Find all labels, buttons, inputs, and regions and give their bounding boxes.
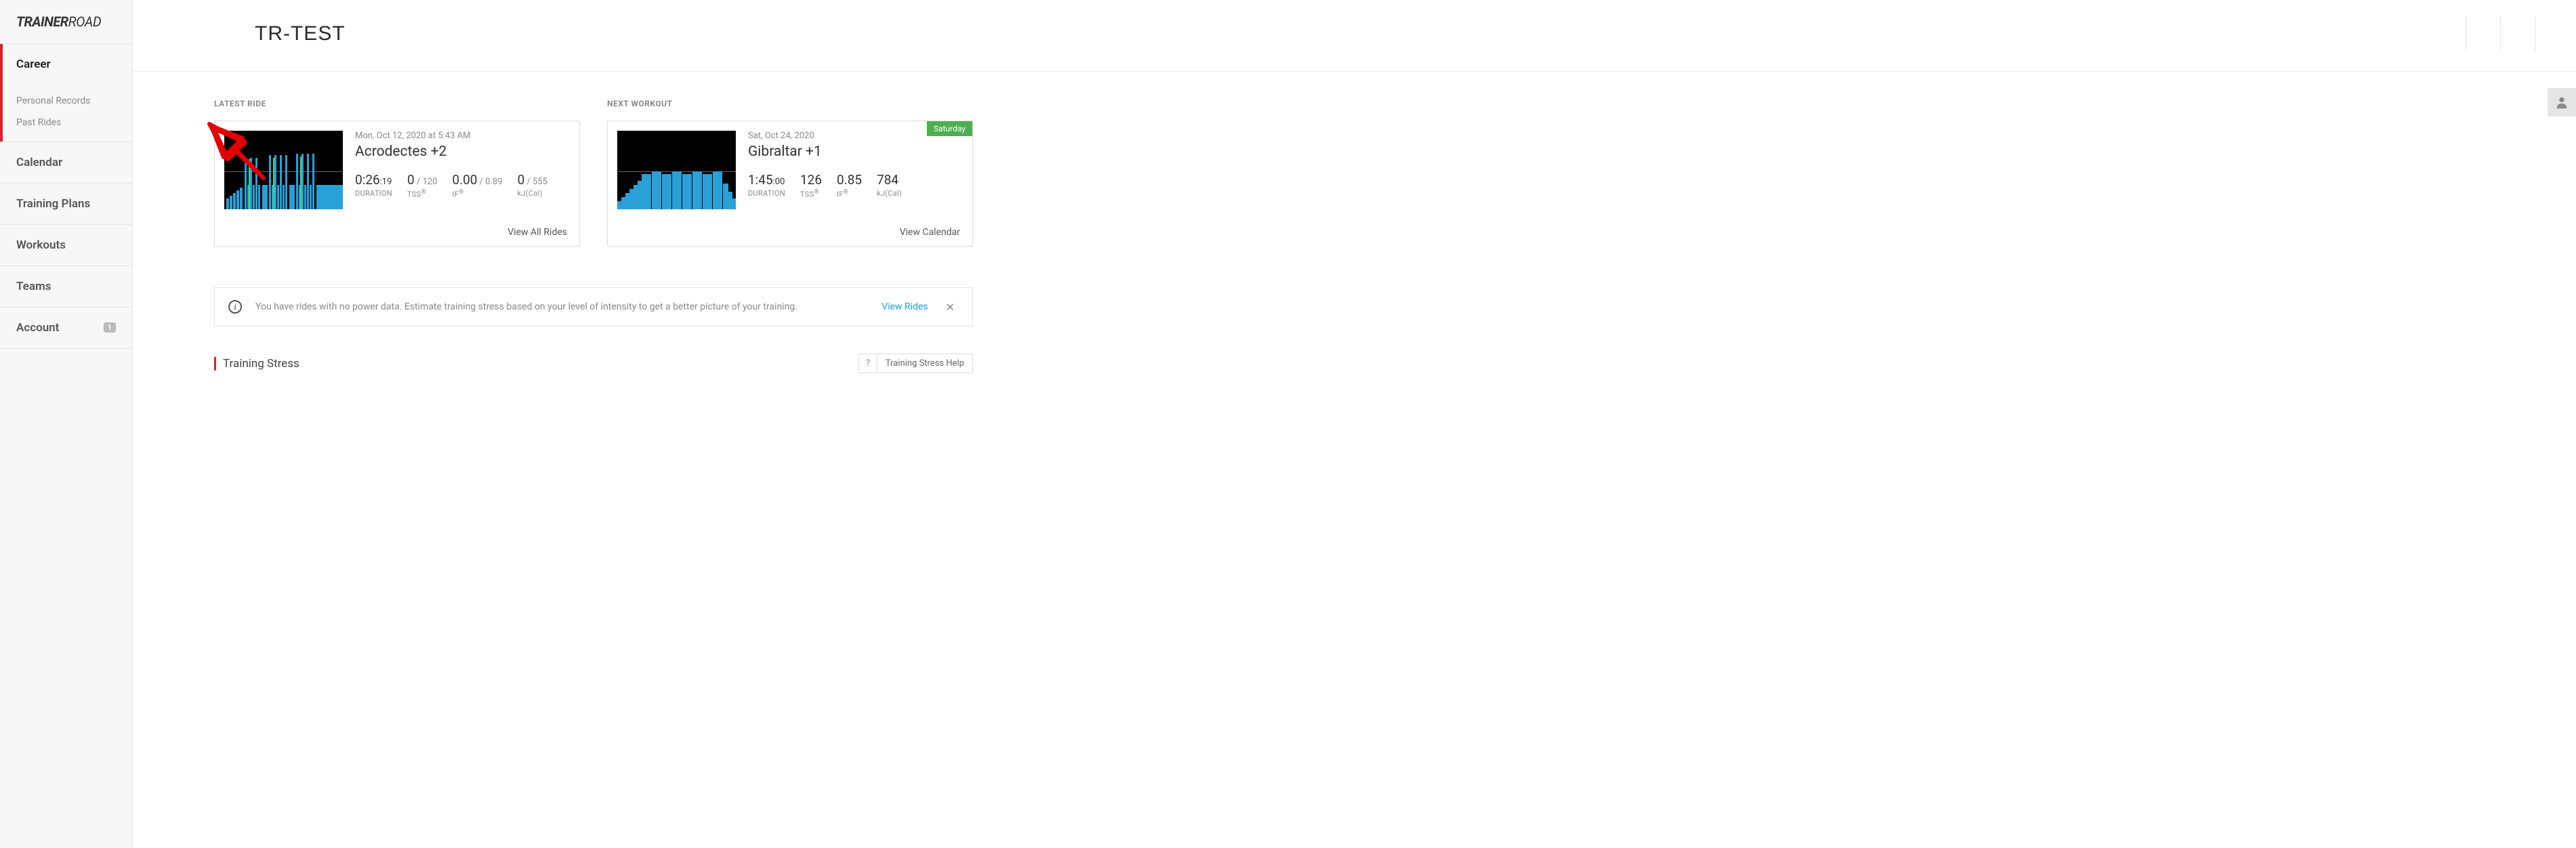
close-icon[interactable]: ✕: [942, 301, 959, 314]
metric-kj-next: 784 kJ(Cal): [877, 172, 902, 199]
latest-ride-section: LATEST RIDE: [214, 99, 580, 247]
info-icon: i: [228, 300, 242, 314]
latest-ride-title: Acrodectes +2: [355, 144, 570, 160]
view-all-rides-link[interactable]: View All Rides: [215, 219, 579, 246]
main-content: TR-TEST LATEST RIDE: [133, 0, 2576, 848]
sidebar-sub-past-rides[interactable]: Past Rides: [0, 112, 132, 133]
training-stress-title: Training Stress: [214, 357, 299, 370]
next-workout-card[interactable]: Saturday: [607, 121, 973, 247]
metric-duration: 0:26:19 DURATION: [355, 172, 392, 199]
day-badge: Saturday: [927, 121, 972, 136]
view-calendar-link[interactable]: View Calendar: [608, 219, 972, 246]
account-badge: 1: [104, 322, 116, 333]
profile-button[interactable]: [2548, 88, 2576, 116]
next-workout-label: NEXT WORKOUT: [607, 99, 973, 108]
latest-ride-date: Mon, Oct 12, 2020 at 5:43 AM: [355, 131, 570, 141]
alert-text: You have rides with no power data. Estim…: [255, 301, 868, 312]
sidebar: TRAINERROAD Career Personal Records Past…: [0, 0, 133, 848]
sidebar-item-workouts[interactable]: Workouts: [0, 225, 132, 266]
metric-duration-next: 1:45:00 DURATION: [748, 172, 785, 199]
metric-tss-next: 126 TSS®: [800, 172, 822, 199]
page-title: TR-TEST: [255, 22, 346, 45]
no-power-alert: i You have rides with no power data. Est…: [214, 287, 973, 326]
next-workout-chart: [617, 131, 736, 209]
metric-if: 0.00 / 0.89 IF®: [452, 172, 502, 199]
sidebar-item-training-plans[interactable]: Training Plans: [0, 184, 132, 225]
help-icon: ?: [859, 354, 877, 373]
page-header: TR-TEST: [133, 0, 2576, 72]
header-dividers: [2466, 17, 2535, 51]
sidebar-item-calendar[interactable]: Calendar: [0, 142, 132, 184]
view-rides-link[interactable]: View Rides: [881, 301, 928, 312]
next-workout-title: Gibraltar +1: [748, 144, 963, 160]
metric-if-next: 0.85 IF®: [837, 172, 862, 199]
metric-tss: 0 / 120 TSS®: [407, 172, 437, 199]
sidebar-item-account[interactable]: Account 1: [0, 308, 132, 349]
training-stress-help-button[interactable]: ? Training Stress Help: [858, 354, 973, 373]
sidebar-sub-personal-records[interactable]: Personal Records: [0, 90, 132, 112]
next-workout-section: NEXT WORKOUT Saturday: [607, 99, 973, 247]
user-icon: [2554, 95, 2569, 110]
logo[interactable]: TRAINERROAD: [0, 0, 132, 43]
latest-ride-label: LATEST RIDE: [214, 99, 580, 108]
sidebar-item-teams[interactable]: Teams: [0, 266, 132, 308]
sidebar-item-career[interactable]: Career: [0, 44, 132, 85]
latest-ride-chart: [224, 131, 343, 209]
metric-kj: 0 / 555 kJ(Cal): [518, 172, 547, 199]
latest-ride-card[interactable]: Mon, Oct 12, 2020 at 5:43 AM Acrodectes …: [214, 121, 580, 247]
